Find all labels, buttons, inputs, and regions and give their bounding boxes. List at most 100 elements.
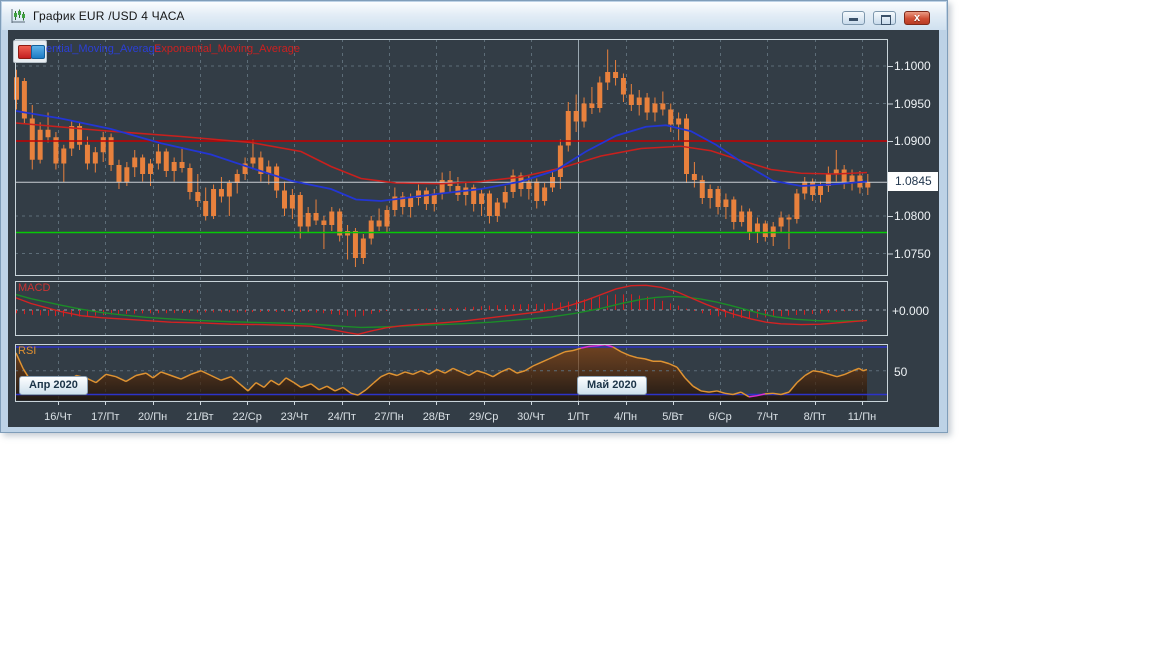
rsi-mid-label: 50: [894, 365, 908, 379]
candle-body: [297, 195, 303, 227]
candle-body: [187, 168, 193, 192]
chart-canvas[interactable]: [1, 1, 949, 434]
candle-body: [234, 174, 240, 183]
candle-body: [423, 190, 429, 204]
indicator-blue-toggle-button[interactable]: [31, 45, 45, 59]
month-tooltip-april: Апр 2020: [19, 376, 88, 395]
candle-body: [739, 211, 745, 222]
candle-body: [668, 109, 674, 125]
candle-body: [715, 189, 721, 207]
desktop: График EUR /USD 4 ЧАСА x ential_Moving_A…: [0, 0, 1152, 648]
candle-body: [171, 162, 177, 171]
candle-body: [557, 145, 563, 177]
candle-body: [274, 166, 280, 191]
candle-body: [329, 211, 335, 225]
candle-body: [479, 193, 485, 204]
candle-body: [494, 202, 500, 216]
ema-blue-legend-label: ential_Moving_Average: [46, 43, 161, 55]
candle-body: [14, 77, 19, 100]
candle-body: [140, 157, 146, 174]
candle-body: [762, 223, 768, 237]
current-price-badge: 1.0845: [888, 172, 938, 191]
candle-body: [305, 213, 311, 227]
rsi-line-segment: [588, 345, 598, 348]
candle-body: [794, 193, 800, 219]
candle-body: [352, 231, 358, 258]
candle-body: [818, 186, 824, 195]
candle-body: [179, 162, 185, 168]
candle-body: [676, 118, 682, 125]
candle-body: [691, 174, 697, 180]
macd-zero-label: +0.000: [892, 304, 930, 318]
candle-body: [45, 129, 51, 138]
candle-body: [211, 189, 217, 216]
candle-body: [597, 82, 603, 108]
candle-body: [644, 97, 650, 113]
candle-body: [37, 129, 43, 160]
candle-body: [360, 238, 366, 258]
candle-body: [289, 195, 295, 209]
ema-red-line: [15, 122, 868, 185]
candle-body: [282, 190, 288, 209]
panel-border: [15, 39, 888, 276]
indicator-buttons-panel: [13, 40, 47, 63]
price-axis-label: 1.0950: [894, 96, 931, 111]
candle-body: [313, 213, 319, 221]
candle-body: [92, 152, 98, 164]
candle-body: [589, 103, 595, 108]
candle-body: [132, 157, 138, 168]
candle-body: [534, 181, 540, 201]
candle-body: [100, 137, 106, 153]
candle-body: [321, 220, 327, 225]
candle-body: [250, 157, 256, 164]
candle-body: [542, 187, 548, 201]
candle-body: [802, 181, 808, 194]
candle-body: [203, 201, 209, 216]
rsi-panel-label: RSI: [18, 345, 37, 357]
price-axis-label: 1.0750: [894, 246, 931, 261]
candle-body: [778, 217, 784, 227]
indicator-red-toggle-button[interactable]: [18, 45, 32, 59]
candle-body: [148, 163, 154, 174]
candle-body: [195, 192, 201, 201]
month-tooltip-may: Май 2020: [577, 376, 647, 395]
candle-body: [581, 103, 587, 122]
candle-body: [754, 223, 760, 233]
candle-body: [810, 181, 816, 195]
price-axis-label: 1.1000: [894, 59, 931, 73]
price-axis-label: 1.0800: [894, 209, 931, 223]
candle-body: [786, 217, 792, 220]
candle-body: [605, 72, 611, 83]
candle-body: [652, 103, 658, 113]
candle-body: [841, 169, 847, 183]
candle-body: [124, 167, 130, 183]
candle-body: [865, 182, 871, 188]
macd-panel-label: MACD: [18, 282, 51, 294]
panel-border: [15, 281, 888, 336]
candle-body: [636, 97, 642, 105]
candle-body: [502, 192, 508, 203]
candle-body: [731, 199, 737, 222]
candle-body: [155, 151, 161, 164]
rsi-line-segment: [764, 392, 774, 395]
candle-body: [69, 126, 75, 149]
chart-window[interactable]: График EUR /USD 4 ЧАСА x ential_Moving_A…: [0, 0, 948, 433]
candle-body: [707, 189, 713, 198]
candle-body: [613, 72, 619, 78]
candle-body: [628, 94, 634, 105]
candle-body: [384, 210, 390, 227]
candle-body: [573, 111, 579, 122]
candle-body: [376, 220, 382, 227]
candle-body: [723, 199, 729, 207]
candle-body: [486, 193, 492, 216]
candle-body: [116, 165, 122, 183]
price-axis-label: 1.0900: [894, 134, 931, 148]
candle-body: [163, 151, 169, 171]
candle-body: [620, 78, 626, 95]
candle-body: [408, 198, 414, 207]
candle-body: [218, 189, 224, 197]
candle-body: [660, 103, 666, 110]
date-axis-label: 11/Пн: [847, 411, 877, 423]
candle-body: [747, 211, 753, 233]
candle-body: [368, 220, 374, 239]
